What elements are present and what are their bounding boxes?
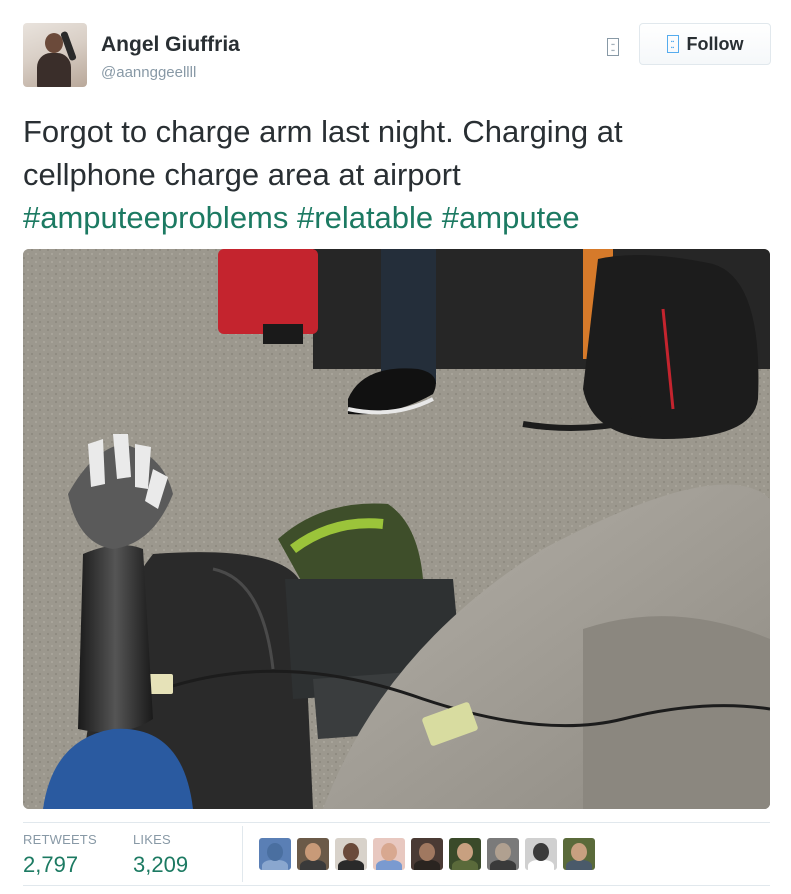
stats-divider [23, 822, 770, 823]
liker-face [571, 843, 587, 861]
liker-shoulders [376, 860, 402, 870]
retweets-label: RETWEETS [23, 832, 97, 847]
liker-face [457, 843, 473, 861]
liker-face [343, 843, 359, 861]
liker-face [381, 843, 397, 861]
tweet-source-icon[interactable]: ▪▪ ▪▪ [607, 38, 619, 56]
liker-avatar[interactable] [373, 838, 405, 870]
hashtag-line: #amputeeproblems #relatable #amputee [23, 196, 768, 239]
stats-separator [242, 826, 243, 882]
tweet-card: Angel Giuffria @aannggeellll ▪▪ ▪▪ ▪▪ ▪▪ F… [0, 0, 791, 894]
liker-shoulders [414, 860, 440, 870]
hashtag-link[interactable]: #relatable [297, 200, 433, 235]
liker-shoulders [490, 860, 516, 870]
user-handle[interactable]: @aannggeellll [101, 64, 196, 81]
tweet-text: Forgot to charge arm last night. Chargin… [23, 110, 768, 239]
retweets-count: 2,797 [23, 852, 79, 877]
hashtag-link[interactable]: #amputee [442, 200, 580, 235]
follow-user-icon: ▪▪ ▪▪ [666, 35, 679, 53]
liker-avatar[interactable] [297, 838, 329, 870]
stats-divider [23, 885, 770, 886]
tweet-text-line: Forgot to charge arm last night. Chargin… [23, 114, 623, 149]
liker-avatar[interactable] [411, 838, 443, 870]
liker-face [267, 843, 283, 861]
tweet-photo[interactable] [23, 249, 770, 809]
liker-avatar[interactable] [259, 838, 291, 870]
avatar-head [45, 33, 63, 53]
liker-shoulders [528, 860, 554, 870]
liker-shoulders [338, 860, 364, 870]
liker-shoulders [262, 860, 288, 870]
retweets-stat[interactable]: RETWEETS 2,797 [23, 832, 97, 878]
liker-avatar[interactable] [449, 838, 481, 870]
liker-face [419, 843, 435, 861]
liker-face [305, 843, 321, 861]
follow-label: Follow [686, 33, 744, 54]
photo-illustration [23, 249, 770, 809]
liker-avatars [259, 838, 595, 870]
tweet-text-line: cellphone charge area at airport [23, 157, 461, 192]
liker-avatar[interactable] [563, 838, 595, 870]
liker-shoulders [566, 860, 592, 870]
liker-face [495, 843, 511, 861]
user-name[interactable]: Angel Giuffria [101, 33, 240, 57]
likes-label: LIKES [133, 832, 171, 847]
avatar[interactable] [23, 23, 87, 87]
liker-shoulders [300, 860, 326, 870]
likes-count: 3,209 [133, 852, 189, 877]
likes-stat[interactable]: LIKES 3,209 [133, 832, 188, 878]
follow-button[interactable]: ▪▪ ▪▪ Follow [639, 23, 771, 65]
avatar-body [37, 53, 71, 87]
liker-avatar[interactable] [487, 838, 519, 870]
liker-avatar[interactable] [525, 838, 557, 870]
hashtag-link[interactable]: #amputeeproblems [23, 200, 288, 235]
liker-avatar[interactable] [335, 838, 367, 870]
liker-shoulders [452, 860, 478, 870]
liker-face [533, 843, 549, 861]
